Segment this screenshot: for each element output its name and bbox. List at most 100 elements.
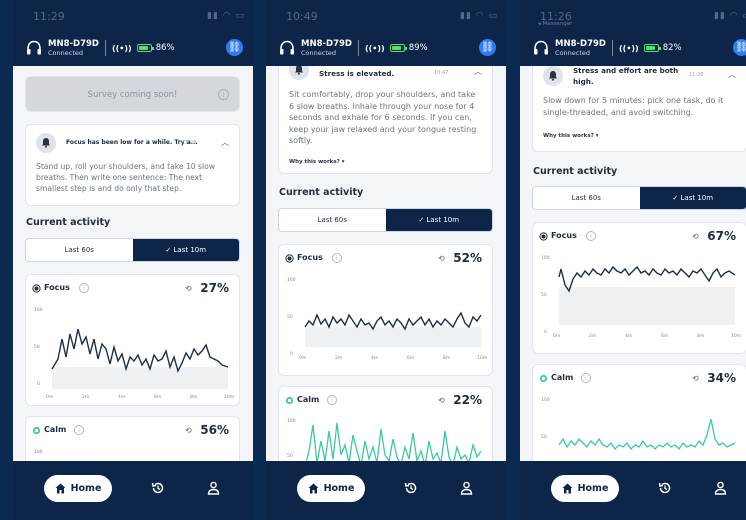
tab-last-60s[interactable]: Last 60s <box>279 209 386 231</box>
info-icon[interactable]: i <box>586 231 596 241</box>
calm-chart: 100 50 <box>287 418 482 464</box>
history-icon[interactable] <box>658 481 672 495</box>
focus-chart: 100 50 0 0m 2m 4m 6m 8m 10m <box>34 307 234 400</box>
home-icon <box>308 483 319 494</box>
profile-icon[interactable] <box>207 481 220 495</box>
link-icon: ⛓ <box>228 42 241 53</box>
history-small-icon: ⟲ <box>185 284 192 293</box>
system-status-icons: ▮▮ ◠ ▭ <box>207 11 245 21</box>
info-icon[interactable]: i <box>79 283 89 293</box>
battery-icon <box>643 44 661 52</box>
home-nav-button[interactable]: Home <box>297 475 365 502</box>
notice-time: 11:26 <box>689 72 704 78</box>
bottom-nav: Home <box>266 461 506 520</box>
home-icon <box>562 483 573 494</box>
x-tick: 2m <box>82 394 89 400</box>
phone-screen-3: Stress and effort are both high. 11:26 ︿… <box>520 0 746 520</box>
tab-last-10m-label: Last 10m <box>680 194 714 202</box>
info-icon[interactable]: i <box>581 373 591 383</box>
home-label: Home <box>323 483 355 494</box>
why-this-works-link[interactable]: Why this works? ▾ <box>543 133 598 139</box>
why-this-works-link[interactable]: Why this works? ▾ <box>289 159 344 165</box>
info-icon[interactable]: i <box>327 395 337 405</box>
calm-chart-card: Calm i ⟲ 56% 100 <box>25 416 240 464</box>
bell-icon <box>289 66 309 80</box>
link-button[interactable]: ⛓ <box>226 39 243 56</box>
link-button[interactable]: ⛓ <box>733 39 746 56</box>
tab-last-10m[interactable]: ✓ Last 10m <box>385 209 492 231</box>
x-tick: 2m <box>335 355 342 361</box>
focus-percent: 52% <box>453 251 482 265</box>
link-button[interactable]: ⛓ <box>479 39 496 56</box>
history-small-icon: ⟲ <box>692 374 699 383</box>
chart-title: Calm <box>297 395 320 404</box>
why-label: Why this works? <box>543 133 594 139</box>
y-tick: 50 <box>287 314 293 320</box>
bell-icon <box>543 66 563 86</box>
x-tick: 8m <box>443 355 450 361</box>
profile-icon[interactable] <box>460 481 473 495</box>
y-tick: 100 <box>541 397 550 403</box>
headphones-icon <box>280 40 294 55</box>
bottom-nav: Home <box>13 461 253 520</box>
tab-last-60s[interactable]: Last 60s <box>533 187 640 209</box>
history-small-icon: ⟲ <box>438 396 445 405</box>
tab-last-10m-label: Last 10m <box>173 246 207 254</box>
y-tick: 100 <box>541 255 550 261</box>
focus-percent: 67% <box>707 229 736 243</box>
back-to-app-link[interactable]: ◂ Messenger <box>538 21 572 27</box>
signal-icon: ((•)) <box>111 43 132 53</box>
chevron-up-icon[interactable]: ︿ <box>474 66 482 77</box>
info-icon[interactable]: i <box>218 89 229 100</box>
x-tick: 10m <box>477 355 487 361</box>
x-tick: 6m <box>661 333 668 339</box>
notice-title: Stress is elevated. <box>319 69 395 78</box>
history-small-icon: ⟲ <box>438 254 445 263</box>
signal-icon: ((•)) <box>618 43 639 53</box>
tab-last-10m[interactable]: ✓ Last 10m <box>639 187 746 209</box>
divider <box>357 40 359 56</box>
connection-status: Connected <box>301 48 337 57</box>
notice-time: 10:47 <box>434 70 449 76</box>
scroll-content[interactable]: Survey coming soon! i Focus has been low… <box>13 66 253 464</box>
x-tick: 4m <box>371 355 378 361</box>
device-info: MN8-D79D Connected ((•)) 86% <box>25 39 175 57</box>
check-icon: ✓ <box>165 246 174 254</box>
calm-icon <box>32 426 41 435</box>
profile-icon[interactable] <box>714 481 727 495</box>
home-nav-button[interactable]: Home <box>44 475 112 502</box>
home-nav-button[interactable]: Home <box>551 475 619 502</box>
info-icon[interactable]: i <box>332 253 342 263</box>
device-info: MN8-D79D Connected ((•)) 82% <box>532 39 682 57</box>
home-label: Home <box>577 483 609 494</box>
scroll-content[interactable]: Stress and effort are both high. 11:26 ︿… <box>520 66 746 464</box>
notice-body: Slow down for 5 minutes: pick one task, … <box>543 96 724 117</box>
history-icon[interactable] <box>404 481 418 495</box>
focus-chart-card: Focus i ⟲ 27% 100 50 0 0m 2m 4m 6m 8m 10… <box>25 274 240 406</box>
notice-body: Stand up, roll your shoulders, and take … <box>36 162 215 193</box>
battery-icon <box>389 44 407 52</box>
chevron-up-icon[interactable]: ︿ <box>221 137 229 148</box>
tab-last-10m[interactable]: ✓ Last 10m <box>132 239 239 261</box>
divider <box>104 40 106 56</box>
tab-last-60s[interactable]: Last 60s <box>26 239 133 261</box>
survey-text: Survey coming soon! <box>87 90 178 100</box>
scroll-content[interactable]: Stress is elevated. 10:47 ︿ Sit comforta… <box>266 66 506 464</box>
chart-title: Focus <box>297 253 323 262</box>
x-tick: 0m <box>46 394 53 400</box>
chevron-up-icon[interactable]: ︿ <box>728 69 736 80</box>
status-header: 11:26 ◂ Messenger ▮▮ ◠ ▭ MN8-D79DConnect… <box>520 0 746 66</box>
headphones-icon <box>534 40 548 55</box>
history-icon[interactable] <box>151 481 165 495</box>
focus-icon <box>285 254 294 263</box>
device-name: MN8-D79D <box>48 39 99 49</box>
x-tick: 10m <box>731 333 741 339</box>
x-tick: 4m <box>118 394 125 400</box>
home-label: Home <box>70 483 102 494</box>
x-tick: 6m <box>407 355 414 361</box>
status-header: 11:29 ▮▮ ◠ ▭ MN8-D79D Connected ((•)) 86%… <box>13 0 253 66</box>
y-tick: 100 <box>287 277 296 283</box>
system-status-icons: ▮▮ ◠ ▭ <box>460 11 498 21</box>
calm-chart-card: Calm i ⟲ 34% 100 50 <box>532 364 746 464</box>
info-icon[interactable]: i <box>74 425 84 435</box>
